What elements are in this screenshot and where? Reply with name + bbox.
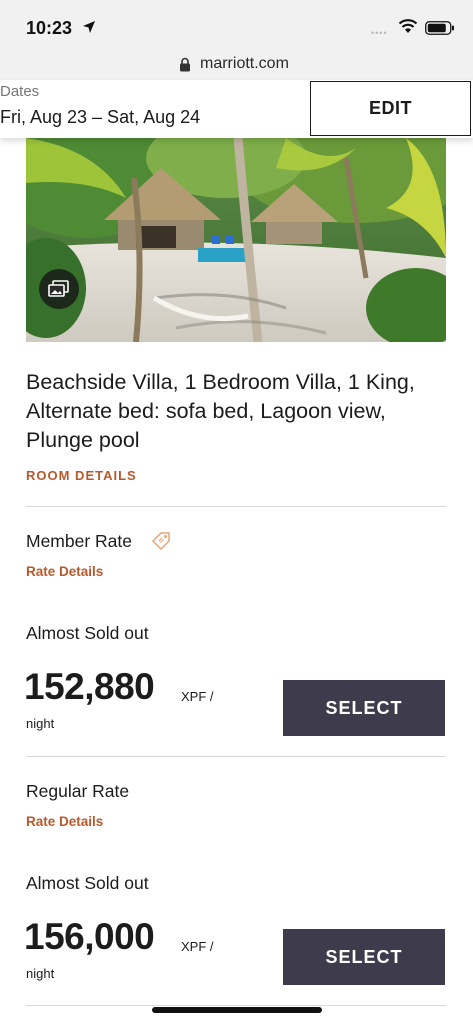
rate-price: 156,000: [24, 916, 155, 957]
room-details-link[interactable]: ROOM DETAILS: [26, 468, 137, 483]
address-bar[interactable]: marriott.com: [0, 50, 473, 80]
per-night-label: night: [26, 716, 55, 731]
currency-label: XPF /: [181, 939, 214, 954]
url-text: marriott.com: [200, 55, 289, 72]
divider: [26, 756, 446, 757]
dates-value: Fri, Aug 23 – Sat, Aug 24: [0, 107, 201, 127]
dates-bar: Dates Fri, Aug 23 – Sat, Aug 24 EDIT: [0, 80, 473, 138]
rate-details-link[interactable]: Rate Details: [26, 564, 103, 579]
signal-icon: ••••: [371, 28, 388, 38]
tag-icon: [151, 532, 170, 550]
room-photo[interactable]: [26, 138, 446, 342]
status-time: 10:23: [26, 18, 73, 38]
select-regular-rate-button[interactable]: SELECT: [283, 929, 445, 985]
divider: [26, 1005, 446, 1006]
room-title: Beachside Villa, 1 Bedroom Villa, 1 King…: [26, 370, 415, 452]
battery-icon: [425, 21, 454, 35]
per-night-label: night: [26, 966, 55, 981]
rate-name: Regular Rate: [26, 781, 130, 801]
currency-label: XPF /: [181, 689, 214, 704]
rate-name: Member Rate: [26, 531, 133, 551]
rate-details-link[interactable]: Rate Details: [26, 814, 103, 829]
lock-icon: [180, 57, 190, 72]
wifi-icon: [398, 19, 418, 33]
edit-dates-button[interactable]: EDIT: [310, 81, 471, 136]
location-arrow-icon: [83, 21, 95, 33]
gallery-icon[interactable]: [39, 269, 79, 309]
room-photo-illustration: [26, 138, 446, 342]
photo-stack-icon: [48, 280, 69, 297]
availability-status: Almost Sold out: [26, 873, 149, 893]
divider: [26, 506, 446, 507]
status-bar: 10:23 ••••: [0, 0, 473, 50]
home-indicator[interactable]: [152, 1007, 322, 1013]
availability-status: Almost Sold out: [26, 623, 149, 643]
rate-price: 152,880: [24, 666, 155, 707]
dates-label: Dates: [0, 83, 40, 100]
select-member-rate-button[interactable]: SELECT: [283, 680, 445, 736]
